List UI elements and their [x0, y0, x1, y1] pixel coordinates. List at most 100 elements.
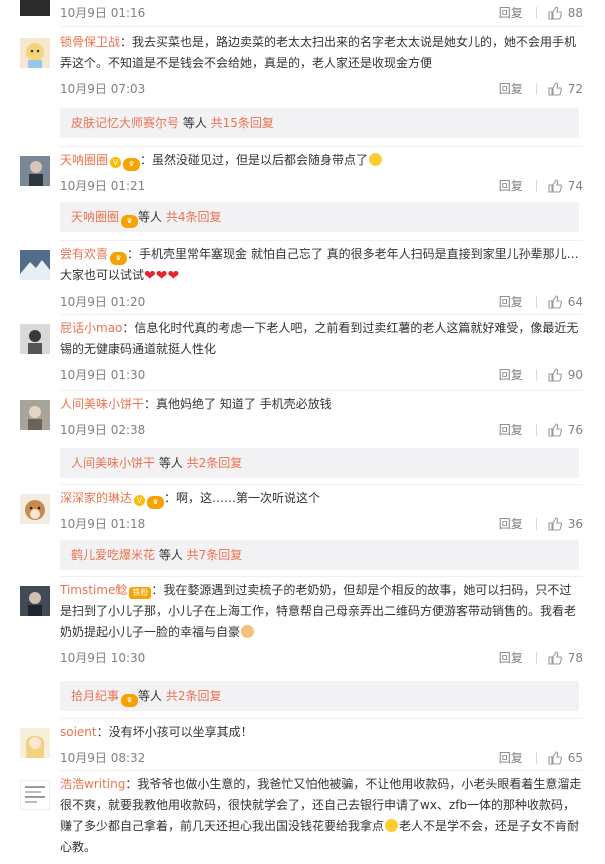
like-button[interactable]: 88: [548, 4, 583, 22]
comment-meta: 10月9日 01:21 回复 74: [60, 177, 583, 195]
reply-count-link[interactable]: 共2条回复: [187, 456, 243, 470]
like-count: 64: [567, 295, 583, 309]
avatar[interactable]: [20, 494, 50, 524]
comment-time: 10月9日 08:32: [60, 751, 146, 765]
verified-badge-icon: V: [110, 157, 122, 168]
like-count: 76: [567, 423, 583, 437]
reply-button[interactable]: 回复: [499, 515, 523, 533]
like-count: 72: [567, 82, 583, 96]
reply-summary[interactable]: 人间美味小饼干 等人 共2条回复: [60, 448, 579, 478]
reply-count-link[interactable]: 共7条回复: [187, 548, 243, 562]
like-button[interactable]: 78: [548, 649, 583, 667]
reply-button[interactable]: 回复: [499, 366, 523, 384]
comment-time: 10月9日 02:38: [60, 423, 146, 437]
avatar[interactable]: [20, 38, 50, 68]
divider: [60, 390, 583, 391]
reply-username[interactable]: 天呐圈圈: [71, 210, 119, 224]
comment-feed: 10月9日 01:16 回复 88 锁骨保卫战：我去买菜也是，路边卖菜的老太太扫…: [0, 0, 605, 864]
comment-username[interactable]: soient: [60, 725, 97, 739]
reply-button[interactable]: 回复: [499, 177, 523, 195]
like-button[interactable]: 65: [548, 749, 583, 767]
vip-badge-icon: ♛: [121, 215, 139, 228]
reply-summary[interactable]: 拾月纪事 ♛ 等人 共2条回复: [60, 681, 579, 711]
divider: [60, 770, 583, 771]
avatar[interactable]: [20, 586, 50, 616]
divider: [60, 146, 583, 147]
comment-username[interactable]: 浩浩writing: [60, 777, 125, 791]
reply-button[interactable]: 回复: [499, 421, 523, 439]
avatar[interactable]: [20, 780, 50, 810]
reply-count-link[interactable]: 共4条回复: [166, 210, 222, 224]
divider: [535, 83, 537, 95]
reply-summary[interactable]: 皮肤记忆大师赛尔号 等人 共15条回复: [60, 108, 579, 138]
like-count: 36: [567, 517, 583, 531]
vip-badge-icon: ♛: [147, 496, 165, 509]
thumb-up-icon: [548, 6, 562, 20]
avatar[interactable]: [20, 324, 50, 354]
divider: [535, 296, 537, 308]
comment-time: 10月9日 01:16: [60, 6, 146, 20]
divider: [535, 7, 537, 19]
thumb-up-icon: [548, 295, 562, 309]
like-button[interactable]: 64: [548, 293, 583, 311]
comment-username[interactable]: 人间美味小饼干: [60, 397, 144, 411]
avatar[interactable]: [20, 728, 50, 758]
comment-time: 10月9日 10:30: [60, 651, 146, 665]
like-count: 78: [567, 651, 583, 665]
like-button[interactable]: 74: [548, 177, 583, 195]
comment-username[interactable]: 天呐圈圈: [60, 153, 108, 167]
thumb-up-icon: [548, 82, 562, 96]
comment-username[interactable]: 屁话小mao: [60, 321, 122, 335]
reply-button[interactable]: 回复: [499, 4, 523, 22]
avatar[interactable]: [20, 400, 50, 430]
comment-username[interactable]: 尝有欢喜: [60, 247, 108, 261]
avatar[interactable]: [20, 250, 50, 280]
reply-summary[interactable]: 鹤儿爱吃爆米花 等人 共7条回复: [60, 540, 579, 570]
comment-text: 深深家的琳达 V ♛ ：啊，这……第一次听说这个: [60, 488, 583, 509]
comment-time: 10月9日 01:20: [60, 295, 146, 309]
divider: [60, 240, 583, 241]
comment-username[interactable]: 锁骨保卫战: [60, 35, 120, 49]
like-button[interactable]: 90: [548, 366, 583, 384]
reply-button[interactable]: 回复: [499, 80, 523, 98]
reply-username[interactable]: 人间美味小饼干: [71, 456, 155, 470]
avatar[interactable]: [20, 156, 50, 186]
comment-text: 尝有欢喜 ♛ ：手机壳里常年塞现金 就怕自己忘了 真的很多老年人扫码是直接到家里儿孙…: [60, 247, 579, 284]
reply-count-link[interactable]: 共2条回复: [166, 689, 222, 703]
comment-time: 10月9日 07:03: [60, 82, 146, 96]
emoji-icon: [369, 153, 383, 166]
like-button[interactable]: 72: [548, 80, 583, 98]
divider: [535, 652, 537, 664]
reply-summary[interactable]: 天呐圈圈 ♛ 等人 共4条回复: [60, 202, 579, 232]
verified-badge-icon: V: [134, 495, 146, 506]
divider: [60, 26, 583, 27]
comment-meta: 10月9日 10:30 回复 78: [60, 649, 583, 667]
comment-username[interactable]: Timstime鲶: [60, 583, 127, 597]
reply-username[interactable]: 皮肤记忆大师赛尔号: [71, 116, 179, 130]
emoji-icon: [385, 819, 399, 832]
divider: [60, 576, 583, 577]
thumb-up-icon: [548, 751, 562, 765]
divider: [60, 718, 583, 719]
reply-username[interactable]: 拾月纪事: [71, 689, 119, 703]
reply-button[interactable]: 回复: [499, 293, 523, 311]
comment-text: Timstime鲶 铁粉 ：我在婺源遇到过卖梳子的老奶奶，但却是个相反的故事，她可以…: [60, 583, 577, 639]
divider: [535, 369, 537, 381]
thumb-up-icon: [548, 651, 562, 665]
comment-time: 10月9日 01:18: [60, 517, 146, 531]
like-button[interactable]: 76: [548, 421, 583, 439]
reply-username[interactable]: 鹤儿爱吃爆米花: [71, 548, 155, 562]
comment-text: 锁骨保卫战：我去买菜也是，路边卖菜的老太太扫出来的名字老太太说是她女儿的，她不会…: [60, 35, 577, 70]
comment-username[interactable]: 深深家的琳达: [60, 491, 132, 505]
avatar[interactable]: [20, 0, 50, 16]
reply-count-link[interactable]: 共15条回复: [211, 116, 274, 130]
thumb-up-icon: [548, 423, 562, 437]
comment-time: 10月9日 01:30: [60, 368, 146, 382]
strong-arm-emoji-icon: [241, 625, 255, 638]
like-count: 65: [567, 751, 583, 765]
comment-time: 10月9日 01:21: [60, 179, 146, 193]
reply-button[interactable]: 回复: [499, 749, 523, 767]
like-button[interactable]: 36: [548, 515, 583, 533]
reply-button[interactable]: 回复: [499, 649, 523, 667]
comment-meta: 10月9日 01:20 回复 64: [60, 293, 583, 311]
